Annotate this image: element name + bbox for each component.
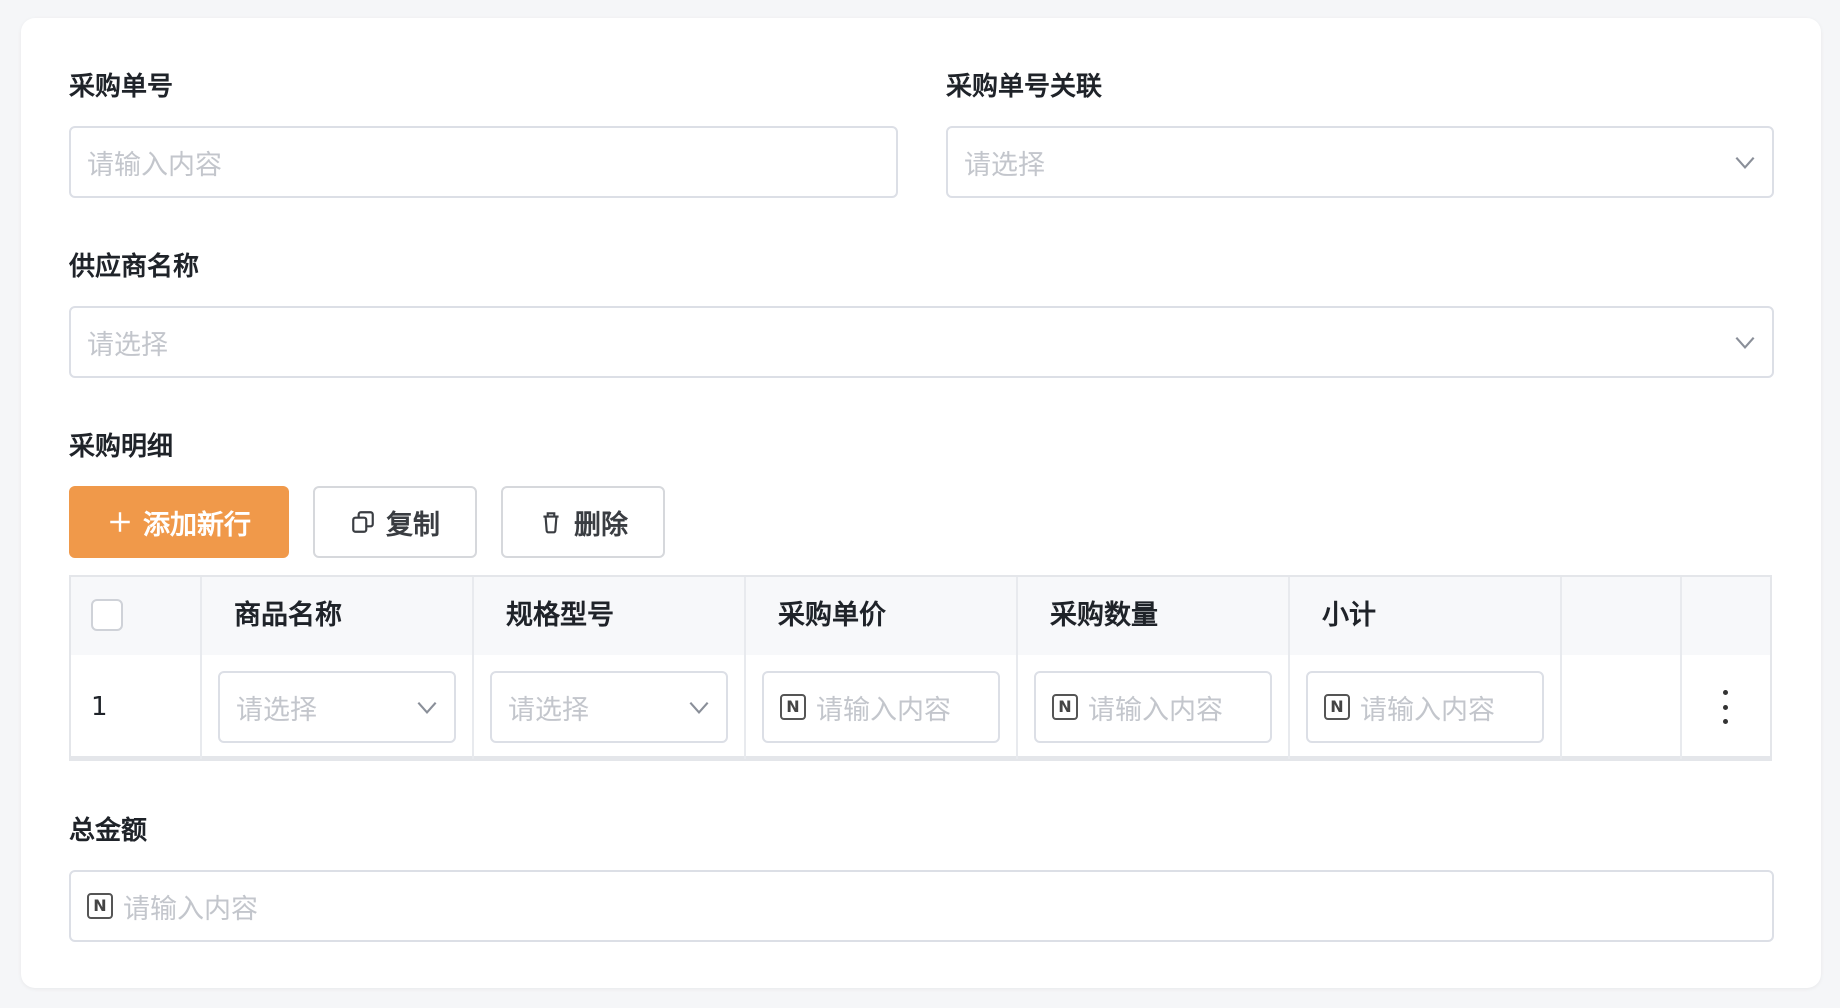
plus-icon: [110, 512, 130, 532]
number-icon: N: [1052, 694, 1078, 720]
delete-button[interactable]: 删除: [501, 486, 665, 558]
column-header-quantity: 采购数量: [1050, 600, 1158, 631]
total-input[interactable]: N 请输入内容: [69, 870, 1774, 942]
order-link-placeholder: 请选择: [964, 149, 1045, 181]
details-table: 商品名称 规格型号 采购单价 采购数量 小计 1 请选择 请选择 N 请输入内容…: [69, 575, 1772, 761]
column-divider: [744, 577, 746, 759]
column-divider: [1016, 577, 1018, 759]
order-link-select[interactable]: 请选择: [946, 126, 1774, 198]
add-row-label: 添加新行: [143, 509, 251, 541]
chevron-down-icon: [417, 701, 437, 715]
column-divider: [1560, 577, 1562, 759]
column-divider: [200, 577, 202, 759]
number-icon: N: [1324, 694, 1350, 720]
order-no-placeholder: 请输入内容: [87, 149, 222, 181]
copy-button[interactable]: 复制: [313, 486, 477, 558]
total-placeholder: 请输入内容: [123, 893, 258, 925]
order-no-input[interactable]: 请输入内容: [69, 126, 898, 198]
trash-icon: [543, 512, 559, 534]
chevron-down-icon: [1735, 156, 1755, 170]
total-label: 总金额: [69, 816, 148, 846]
column-divider: [1680, 577, 1682, 759]
quantity-placeholder: 请输入内容: [1088, 694, 1223, 726]
copy-label: 复制: [386, 509, 440, 541]
column-header-product: 商品名称: [234, 600, 342, 631]
product-placeholder: 请选择: [236, 694, 317, 726]
price-input[interactable]: N 请输入内容: [762, 671, 1000, 743]
supplier-select[interactable]: 请选择: [69, 306, 1774, 378]
delete-label: 删除: [574, 509, 628, 541]
row-index: 1: [91, 692, 108, 722]
form-card: 采购单号 请输入内容 采购单号关联 请选择 供应商名称 请选择 采购明细: [21, 18, 1821, 988]
column-header-price: 采购单价: [778, 600, 886, 631]
select-all-checkbox[interactable]: [91, 599, 123, 631]
price-placeholder: 请输入内容: [816, 694, 951, 726]
add-row-button[interactable]: 添加新行: [69, 486, 289, 558]
subtotal-placeholder: 请输入内容: [1360, 694, 1495, 726]
subtotal-input[interactable]: N 请输入内容: [1306, 671, 1544, 743]
chevron-down-icon: [1735, 336, 1755, 350]
details-label: 采购明细: [69, 432, 174, 462]
product-select[interactable]: 请选择: [218, 671, 456, 743]
column-divider: [1288, 577, 1290, 759]
order-link-label: 采购单号关联: [946, 72, 1103, 102]
column-divider: [472, 577, 474, 759]
column-header-spec: 规格型号: [506, 600, 614, 631]
table-header: 商品名称 规格型号 采购单价 采购数量 小计: [71, 577, 1770, 657]
quantity-input[interactable]: N 请输入内容: [1034, 671, 1272, 743]
spec-select[interactable]: 请选择: [490, 671, 728, 743]
chevron-down-icon: [689, 701, 709, 715]
table-row: 1 请选择 请选择 N 请输入内容 N 请输入内容 N 请输入内容: [71, 655, 1770, 759]
spec-placeholder: 请选择: [508, 694, 589, 726]
more-vertical-icon[interactable]: [1721, 690, 1729, 724]
supplier-placeholder: 请选择: [87, 329, 168, 361]
copy-icon: [352, 511, 374, 533]
supplier-label: 供应商名称: [69, 252, 200, 282]
number-icon: N: [87, 893, 113, 919]
number-icon: N: [780, 694, 806, 720]
column-header-subtotal: 小计: [1322, 600, 1376, 631]
order-no-label: 采购单号: [69, 72, 174, 102]
